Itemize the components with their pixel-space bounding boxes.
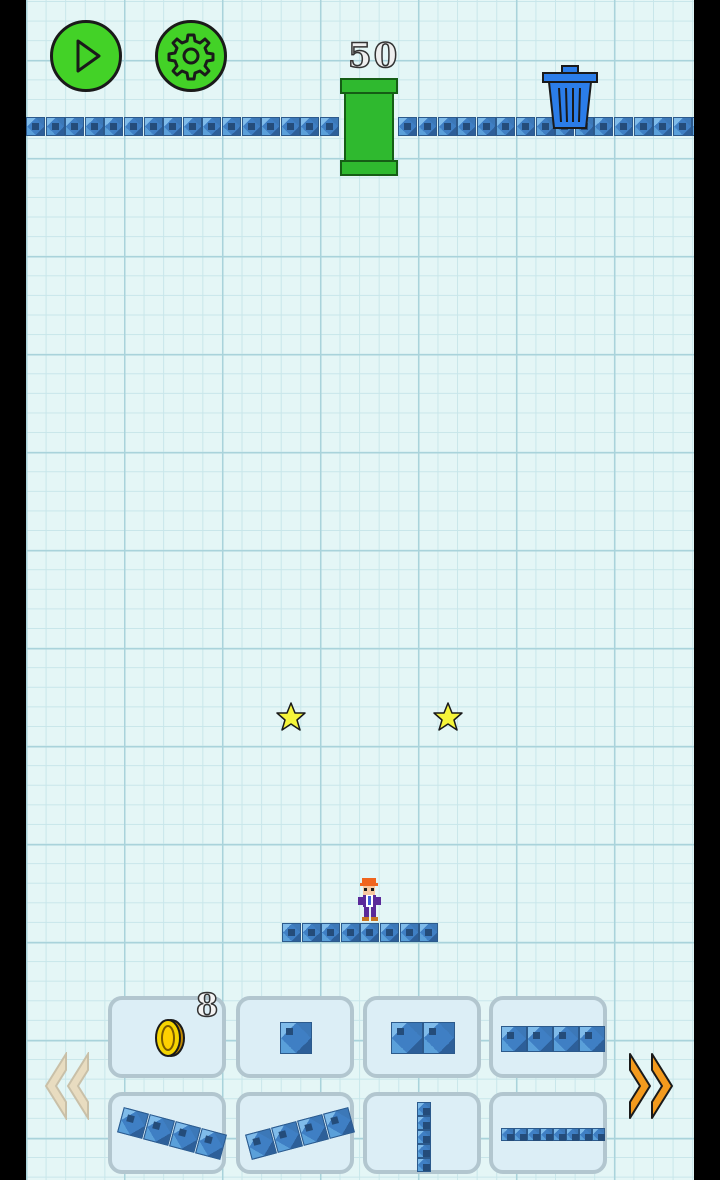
block-tile — [143, 117, 163, 136]
block-tile — [65, 117, 85, 136]
block-tile — [540, 1128, 553, 1141]
block-tile — [501, 1026, 527, 1052]
trash-can-icon — [542, 65, 598, 129]
block-tile — [476, 117, 496, 136]
block-tile — [501, 1128, 514, 1141]
block-tile — [614, 117, 633, 136]
coin-count: 8 — [195, 985, 219, 1025]
block-tile — [417, 1130, 431, 1144]
block-tile — [202, 117, 222, 136]
block-platform[interactable] — [282, 923, 440, 943]
pipe-body — [344, 92, 394, 162]
palette-item-single-block[interactable] — [236, 996, 354, 1078]
block-tile — [633, 117, 653, 136]
block-tile — [692, 117, 694, 136]
block-tile — [418, 117, 437, 136]
block-tile — [653, 117, 673, 136]
block-tile — [222, 117, 241, 136]
block-tile — [163, 117, 183, 136]
block-tile — [423, 1022, 455, 1054]
block-tile — [300, 117, 320, 136]
level-editor-canvas[interactable]: 50 8 — [26, 0, 694, 1180]
block-tile — [579, 1026, 605, 1052]
previous-page-arrow[interactable] — [44, 1052, 90, 1120]
block-tile — [301, 923, 321, 942]
block-tile — [516, 117, 535, 136]
star-icon[interactable] — [276, 702, 306, 732]
pipe-rim-bottom — [340, 160, 398, 176]
block-tile — [195, 1128, 227, 1160]
green-pipe[interactable] — [340, 78, 400, 176]
block-tile — [380, 923, 399, 942]
block-tile — [124, 117, 143, 136]
block-tile — [672, 117, 692, 136]
palette-item-coin[interactable]: 8 — [108, 985, 226, 1078]
settings-button[interactable] — [155, 20, 227, 92]
block-tile — [323, 1107, 355, 1139]
block-tile — [182, 117, 202, 136]
play-button[interactable] — [50, 20, 122, 92]
block-tile — [419, 923, 439, 942]
block-tile — [527, 1128, 540, 1141]
block-tile — [84, 117, 104, 136]
score-counter: 50 — [347, 35, 400, 77]
block-tile — [514, 1128, 527, 1141]
palette-item-quad-block-row[interactable] — [489, 996, 607, 1078]
block-tile — [417, 1158, 431, 1172]
block-tile — [391, 1022, 423, 1054]
block-tile — [553, 1128, 566, 1141]
block-tile — [579, 1128, 592, 1141]
block-tile — [553, 1026, 579, 1052]
player-character[interactable] — [356, 877, 384, 923]
trash-button[interactable] — [540, 62, 600, 134]
coin-icon — [155, 1019, 185, 1057]
block-tile — [26, 117, 45, 136]
block-tile — [280, 117, 300, 136]
block-tile — [241, 117, 261, 136]
block-tile — [496, 117, 516, 136]
block-tile — [280, 1022, 312, 1054]
block-tile — [437, 117, 457, 136]
block-tile — [261, 117, 281, 136]
palette-item-double-block[interactable] — [363, 996, 481, 1078]
palette-item-vertical-column[interactable] — [363, 1092, 481, 1174]
gear-icon — [167, 33, 215, 81]
block-tile — [398, 117, 418, 136]
block-tile — [457, 117, 477, 136]
palette-item-slanted-ramp-up[interactable] — [236, 1092, 355, 1174]
star-icon[interactable] — [433, 702, 463, 732]
block-tile — [320, 117, 339, 136]
block-tile — [104, 117, 124, 136]
palette-item-long-thin-row[interactable] — [489, 1092, 607, 1174]
next-page-arrow[interactable] — [628, 1052, 676, 1120]
block-tile — [566, 1128, 579, 1141]
play-icon — [76, 39, 101, 73]
block-tile — [417, 1102, 431, 1116]
block-tile — [527, 1026, 553, 1052]
block-tile — [417, 1144, 431, 1158]
palette-item-slanted-ramp-down[interactable] — [108, 1092, 227, 1174]
block-tile — [592, 1128, 605, 1141]
block-tile — [417, 1116, 431, 1130]
block-tile — [340, 923, 360, 942]
block-tile — [321, 923, 341, 942]
block-tile — [45, 117, 65, 136]
block-tile — [282, 923, 301, 942]
block-tile — [399, 923, 419, 942]
block-tile — [360, 923, 380, 942]
